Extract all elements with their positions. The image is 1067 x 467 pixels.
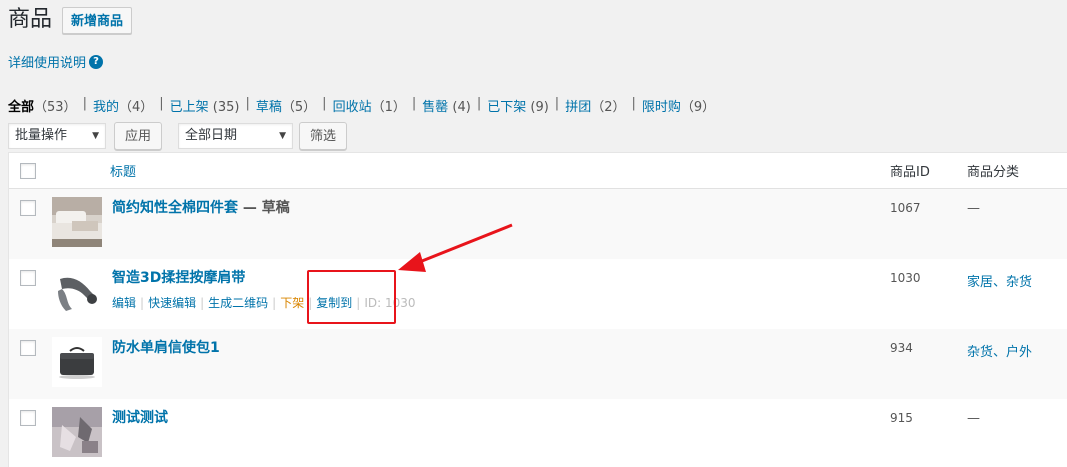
status-filters: 全部（53） | 我的（4） | 已上架 (35) | 草稿（5） | 回收站（… [8,96,715,115]
add-new-product-button[interactable]: 新增商品 [62,6,133,34]
row-checkbox[interactable] [20,410,36,426]
table-header: 标题 商品ID 商品分类 [9,153,1067,189]
filter-group-buy[interactable]: 拼团（2） [565,96,625,115]
filter-published[interactable]: 已上架 (35) [170,96,240,115]
product-thumbnail[interactable] [52,197,102,247]
row-checkbox[interactable] [20,200,36,216]
filter-draft[interactable]: 草稿（5） [256,96,316,115]
filter-flash-sale[interactable]: 限时购（9） [642,96,715,115]
product-category[interactable]: 家居、杂货 [967,271,1032,290]
help-link[interactable]: 详细使用说明 ? [8,52,104,71]
products-table: 标题 商品ID 商品分类 简约知性全棉四件套 — 草稿 1067 — 智造3D揉… [8,152,1067,467]
filter-separator: | [554,96,560,111]
filter-separator: | [631,96,636,111]
page-header: 商品 新增商品 [8,6,133,34]
question-icon: ? [89,54,104,69]
filter-mine[interactable]: 我的（4） [93,96,153,115]
edit-link[interactable]: 编辑 [112,296,136,310]
product-category: — [967,411,980,426]
product-id: 934 [890,341,913,355]
table-row: 防水单肩信使包1 934 杂货、户外 [9,329,1067,399]
date-filter-select[interactable]: 全部日期 ▼ [178,123,294,149]
product-title-link[interactable]: 防水单肩信使包1 [112,337,220,357]
filter-unpublished[interactable]: 已下架 (9) [487,96,549,115]
product-title-link[interactable]: 简约知性全棉四件套 — 草稿 [112,197,290,217]
product-category[interactable]: 杂货、户外 [967,341,1032,360]
product-thumbnail[interactable] [52,337,102,387]
select-all-checkbox[interactable] [20,162,36,179]
dropdown-arrow-icon: ▼ [279,131,287,141]
row-checkbox[interactable] [20,270,36,286]
column-title-sort[interactable]: 标题 [110,161,136,180]
apply-button[interactable]: 应用 [114,122,163,150]
table-row: 测试测试 915 — [9,399,1067,467]
row-checkbox[interactable] [20,340,36,356]
product-thumbnail[interactable] [52,407,102,457]
column-category: 商品分类 [967,165,1020,180]
unpublish-link[interactable]: 下架 [280,296,304,310]
product-thumbnail[interactable] [52,267,102,317]
column-id: 商品ID [890,165,930,180]
filter-separator: | [245,96,250,111]
annotation-highlight-box [307,270,396,324]
filter-all[interactable]: 全部（53） [8,96,77,115]
product-id: 1067 [890,201,921,215]
bulk-action-select[interactable]: 批量操作 ▼ [8,123,106,149]
product-id: 1030 [890,271,921,285]
filter-separator: | [322,96,327,111]
page-title: 商品 [8,7,53,32]
table-toolbar: 批量操作 ▼ 应用 全部日期 ▼ 筛选 [8,122,348,150]
filter-separator: | [82,96,87,111]
product-category: — [967,201,980,216]
filter-separator: | [159,96,164,111]
filter-separator: | [411,96,417,111]
dropdown-arrow-icon: ▼ [92,131,99,141]
product-id: 915 [890,411,913,425]
generate-qrcode-link[interactable]: 生成二维码 [208,296,268,310]
filter-button[interactable]: 筛选 [299,122,348,150]
help-link-label: 详细使用说明 [8,56,87,71]
quick-edit-link[interactable]: 快速编辑 [148,296,196,310]
filter-sold-out[interactable]: 售罄 (4) [422,96,471,115]
table-row: 智造3D揉捏按摩肩带 编辑 | 快速编辑 | 生成二维码 | 下架 | 复制到 | ID: 1030… [9,259,1067,329]
filter-trash[interactable]: 回收站（1） [333,96,406,115]
table-row: 简约知性全棉四件套 — 草稿 1067 — [9,189,1067,259]
product-title-link[interactable]: 测试测试 [112,407,168,427]
filter-separator: | [476,96,482,111]
product-title-link[interactable]: 智造3D揉捏按摩肩带 [112,267,245,287]
